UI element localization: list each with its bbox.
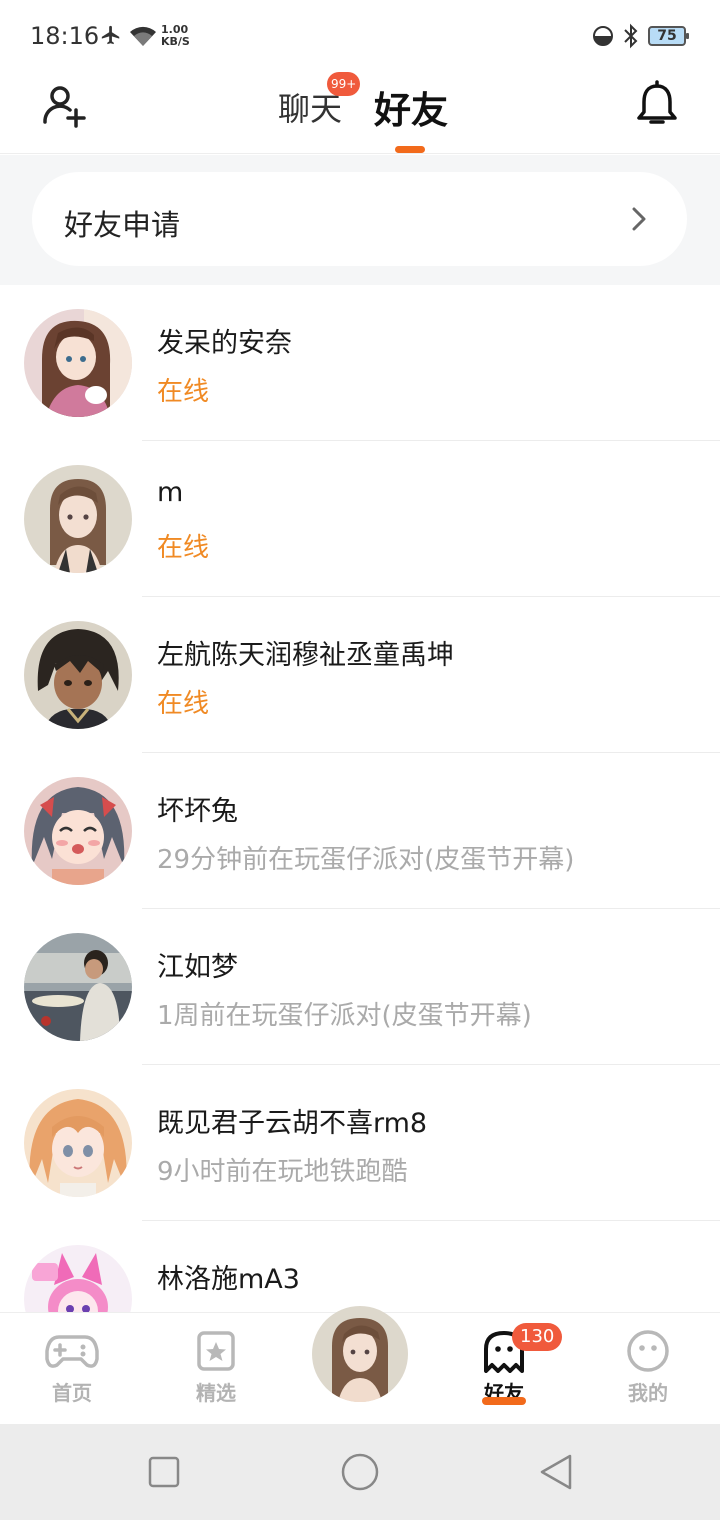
friend-list: 发呆的安奈 在线 m 在线 左航陈天润穆祉丞童禹坤 在线 坏坏兔 29分钟前在玩… — [0, 285, 720, 1377]
recent-apps-icon[interactable] — [148, 1456, 180, 1488]
tab-friends[interactable]: 好友 — [374, 80, 448, 134]
friend-status: 在线 — [157, 377, 210, 407]
back-triangle-icon[interactable] — [538, 1452, 574, 1492]
friend-request-label: 好友申请 — [64, 208, 181, 242]
gamepad-icon — [45, 1335, 99, 1368]
friend-row[interactable]: 左航陈天润穆祉丞童禹坤 在线 — [0, 597, 720, 753]
friend-row[interactable]: 坏坏兔 29分钟前在玩蛋仔派对(皮蛋节开幕) — [0, 753, 720, 909]
center-avatar-button[interactable] — [312, 1306, 408, 1402]
friend-row[interactable]: 江如梦 1周前在玩蛋仔派对(皮蛋节开幕) — [0, 909, 720, 1065]
smiley-profile-icon — [627, 1330, 669, 1372]
network-speed: 1.00 KB/S — [161, 24, 190, 48]
bluetooth-icon — [624, 23, 638, 49]
friends-badge: 130 — [512, 1323, 563, 1351]
friend-name: 林洛施mA3 — [157, 1264, 300, 1295]
avatar[interactable] — [24, 1089, 132, 1197]
active-tab-indicator — [395, 146, 425, 153]
nav-mine-label: 我的 — [628, 1381, 668, 1405]
friend-status: 1周前在玩蛋仔派对(皮蛋节开幕) — [157, 1001, 532, 1031]
avatar[interactable] — [24, 621, 132, 729]
friend-status: 29分钟前在玩蛋仔派对(皮蛋节开幕) — [157, 845, 575, 875]
do-not-disturb-icon — [593, 26, 613, 46]
avatar[interactable] — [24, 309, 132, 417]
home-circle-icon[interactable] — [340, 1452, 380, 1492]
friend-status: 9小时前在玩地铁跑酷 — [157, 1157, 408, 1187]
nav-featured-label: 精选 — [196, 1381, 236, 1405]
friend-name: 左航陈天润穆祉丞童禹坤 — [157, 640, 454, 671]
friend-status: 在线 — [157, 689, 210, 719]
network-speed-unit: KB/S — [161, 35, 190, 48]
friend-request-button[interactable]: 好友申请 — [32, 172, 687, 266]
friend-row[interactable]: 既见君子云胡不喜rm8 9小时前在玩地铁跑酷 — [0, 1065, 720, 1221]
friend-name: 发呆的安奈 — [157, 328, 292, 359]
featured-star-icon — [197, 1331, 235, 1371]
friend-name: m — [157, 477, 184, 508]
avatar[interactable] — [24, 465, 132, 573]
system-navigation-bar — [0, 1424, 720, 1520]
status-time: 18:16 — [30, 22, 100, 50]
nav-home-label: 首页 — [52, 1381, 92, 1405]
friend-row[interactable]: 发呆的安奈 在线 — [0, 285, 720, 441]
friend-status: 在线 — [157, 533, 210, 563]
nav-featured[interactable]: 精选 — [166, 1313, 266, 1425]
nav-mine[interactable]: 我的 — [598, 1313, 698, 1425]
friend-name: 既见君子云胡不喜rm8 — [157, 1108, 428, 1139]
friend-name: 坏坏兔 — [157, 796, 238, 827]
friend-row[interactable]: m 在线 — [0, 441, 720, 597]
airplane-mode-icon — [101, 25, 120, 45]
status-bar: 18:16 1.00 KB/S 75 — [0, 0, 720, 72]
nav-home[interactable]: 首页 — [22, 1313, 122, 1425]
notification-bell-icon[interactable] — [634, 80, 680, 130]
avatar[interactable] — [24, 933, 132, 1041]
wifi-icon — [130, 26, 156, 46]
friend-request-section: 好友申请 — [0, 155, 720, 285]
nav-active-underline — [482, 1397, 526, 1405]
battery-indicator: 75 — [648, 26, 689, 46]
friend-name: 江如梦 — [157, 952, 238, 983]
avatar[interactable] — [24, 777, 132, 885]
top-header: 聊天 99+ 好友 — [0, 72, 720, 154]
chat-unread-badge: 99+ — [327, 72, 361, 96]
chevron-right-icon — [632, 207, 646, 231]
add-friend-icon[interactable] — [40, 82, 88, 130]
